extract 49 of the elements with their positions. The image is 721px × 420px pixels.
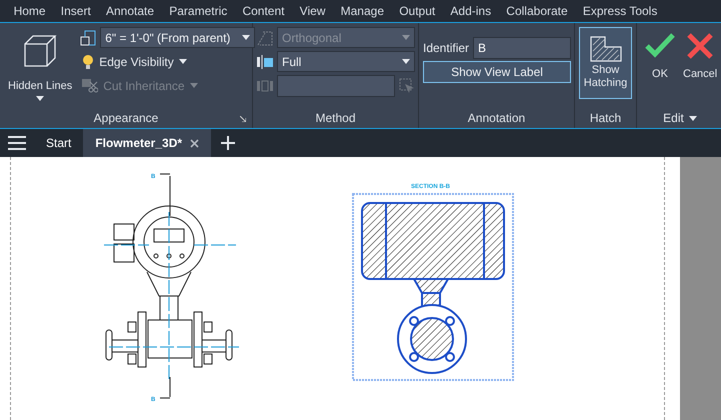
menu-tab[interactable]: Output bbox=[392, 4, 443, 18]
menu-icon[interactable] bbox=[8, 136, 26, 150]
section-type-dropdown[interactable]: Full bbox=[277, 51, 415, 72]
identifier-field[interactable]: B bbox=[473, 36, 572, 58]
menu-tab[interactable]: Annotate bbox=[98, 4, 162, 18]
document-tab[interactable]: Start bbox=[34, 129, 84, 157]
dialog-launcher-icon[interactable] bbox=[240, 116, 246, 122]
menu-tab[interactable]: Express Tools bbox=[575, 4, 665, 18]
plus-icon[interactable] bbox=[221, 136, 236, 150]
viewport-scale-icon bbox=[80, 30, 96, 46]
menu-tab[interactable]: Manage bbox=[333, 4, 392, 18]
caret-icon bbox=[242, 35, 250, 40]
menu-tab[interactable]: Parametric bbox=[162, 4, 235, 18]
caret-icon bbox=[402, 35, 410, 40]
menu-tab[interactable]: Add-ins bbox=[442, 4, 499, 18]
checkmark-icon bbox=[645, 32, 675, 58]
projection-icon bbox=[257, 30, 273, 46]
hatch-icon bbox=[590, 36, 622, 62]
menu-tab[interactable]: Collaborate bbox=[498, 4, 576, 18]
scale-dropdown[interactable]: 6" = 1'-0" (From parent) bbox=[100, 27, 256, 48]
lightbulb-icon bbox=[82, 54, 94, 70]
caret-icon bbox=[190, 83, 198, 88]
panel-title: Method bbox=[315, 111, 356, 125]
caret-icon bbox=[402, 59, 410, 64]
depth-icon bbox=[257, 78, 273, 94]
caret-icon bbox=[688, 116, 697, 120]
menu-tab[interactable]: Insert bbox=[53, 4, 98, 18]
cube-icon bbox=[23, 34, 58, 68]
caret-icon bbox=[178, 59, 187, 64]
edge-visibility-button[interactable]: Edge Visibility bbox=[80, 54, 189, 70]
close-icon bbox=[686, 32, 714, 60]
close-icon[interactable] bbox=[190, 138, 200, 148]
panel-title: Appearance bbox=[94, 111, 158, 125]
document-tab[interactable]: Flowmeter_3D* bbox=[83, 129, 212, 157]
menu-tab[interactable]: View bbox=[292, 4, 334, 18]
caret-icon bbox=[36, 96, 44, 101]
scissors-icon bbox=[82, 78, 98, 92]
panel-title: Hatch bbox=[590, 111, 622, 125]
edit-panel-title[interactable]: Edit bbox=[661, 111, 699, 125]
show-view-label-button[interactable]: Show View Label bbox=[423, 61, 571, 83]
show-hatching-button[interactable]: Show Hatching bbox=[579, 27, 632, 99]
cancel-button[interactable]: Cancel bbox=[679, 27, 721, 108]
section-type-icon bbox=[257, 54, 273, 70]
menu-tab[interactable]: Content bbox=[234, 4, 292, 18]
identifier-label: Identifier bbox=[423, 40, 470, 54]
menu-tab[interactable]: Home bbox=[6, 4, 54, 18]
panel-title: Annotation bbox=[468, 111, 526, 125]
ok-button[interactable]: OK bbox=[641, 27, 679, 108]
visual-style-button[interactable]: Hidden Lines bbox=[4, 27, 76, 108]
